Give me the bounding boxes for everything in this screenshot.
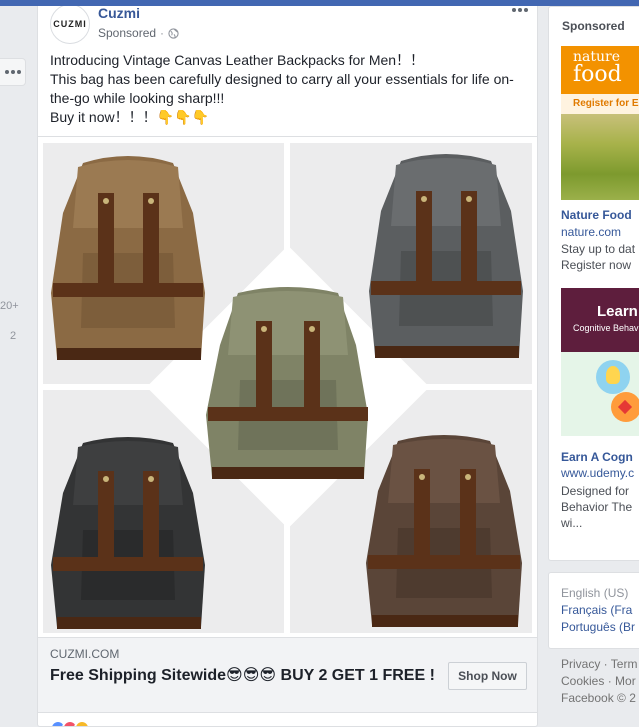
ad-body-line: Stay up to dat	[561, 242, 636, 256]
nature-food-logo: nature food	[561, 46, 639, 94]
link-preview[interactable]: CUZMI.COM Free Shipping Sitewide😎😎😎 BUY …	[38, 637, 537, 713]
footer-cookies-more[interactable]: Cookies · Mor	[561, 674, 636, 688]
banner-subtitle: Cognitive Behav	[573, 323, 639, 333]
left-counter: 20+	[0, 300, 19, 312]
backpack-tan	[51, 156, 205, 360]
backpack-brown	[366, 435, 522, 627]
illustration-area	[561, 352, 639, 436]
bulb-icon	[606, 366, 620, 384]
sponsored-label[interactable]: Sponsored	[98, 26, 156, 40]
field-photo	[561, 114, 639, 200]
ad-description: Designed for Behavior The wi...	[561, 483, 639, 531]
sponsored-line: Sponsored ·	[98, 26, 179, 40]
post-text-line: This bag has been carefully designed to …	[50, 71, 514, 87]
udemy-ad-image[interactable]: Learn Cognitive Behav	[561, 288, 639, 436]
post-text-line: Introducing Vintage Canvas Leather Backp…	[50, 52, 425, 68]
footer-copyright: Facebook © 2	[561, 691, 636, 705]
backpack-grey	[369, 154, 523, 358]
logo-line-2: food	[573, 62, 622, 87]
ad-domain[interactable]: www.udemy.c	[561, 466, 634, 480]
language-link-pt[interactable]: Português (Br	[561, 620, 635, 634]
ad-body-line: Behavior The	[561, 500, 633, 514]
ad-domain[interactable]: nature.com	[561, 225, 621, 239]
footer-privacy-terms[interactable]: Privacy · Term	[561, 657, 637, 671]
ad-title-link[interactable]: Earn A Cogn	[561, 450, 633, 464]
left-counter-small: 2	[10, 330, 17, 342]
ad-body-line: Register now	[561, 258, 632, 272]
ad-body-line: wi...	[561, 516, 583, 530]
post-options-icon[interactable]	[512, 8, 528, 12]
separator-dot: ·	[160, 26, 165, 40]
ad-title-link[interactable]: Nature Food	[561, 208, 632, 222]
post-text-line: Buy it now！！！👇👇👇	[50, 109, 209, 125]
page-name-link[interactable]: Cuzmi	[98, 6, 140, 21]
learn-banner: Learn Cognitive Behav	[561, 288, 639, 352]
globe-icon	[168, 27, 179, 39]
backpack-olive	[206, 287, 368, 479]
ad-description: Stay up to dat Register now	[561, 241, 639, 273]
sponsored-heading: Sponsored	[562, 19, 625, 33]
shop-now-button[interactable]: Shop Now	[448, 662, 527, 690]
language-link-fr[interactable]: Français (Fra	[561, 603, 632, 617]
language-panel: English (US) Français (Fra Português (Br	[548, 572, 639, 649]
post-message: Introducing Vintage Canvas Leather Backp…	[50, 51, 530, 127]
avatar-logo-text: CUZMI	[53, 19, 87, 29]
backpack-black	[51, 437, 205, 629]
banner-title: Learn	[597, 303, 638, 320]
sponsored-ads-panel: Sponsored nature food Register for E- Na…	[548, 6, 639, 561]
reaction-icons[interactable]	[50, 720, 90, 726]
post-header: CUZMI Cuzmi Sponsored ·	[38, 6, 537, 50]
wow-reaction-icon	[74, 720, 90, 726]
sponsored-post: CUZMI Cuzmi Sponsored · Introducing Vint…	[37, 6, 538, 727]
more-dots-icon	[4, 70, 21, 74]
link-domain: CUZMI.COM	[50, 647, 120, 661]
more-options-button[interactable]	[0, 58, 26, 86]
nature-food-ad-image[interactable]: nature food Register for E-	[561, 46, 639, 200]
post-text-line: the-go while looking sharp!!!	[50, 90, 225, 106]
ad-body-line: Designed for	[561, 484, 630, 498]
ad-image[interactable]	[38, 136, 537, 637]
ad-banner-text: Register for E-	[561, 94, 639, 114]
link-headline[interactable]: Free Shipping Sitewide😎😎😎 BUY 2 GET 1 FR…	[50, 665, 440, 686]
current-language: English (US)	[561, 586, 629, 600]
page-avatar[interactable]: CUZMI	[50, 6, 90, 44]
